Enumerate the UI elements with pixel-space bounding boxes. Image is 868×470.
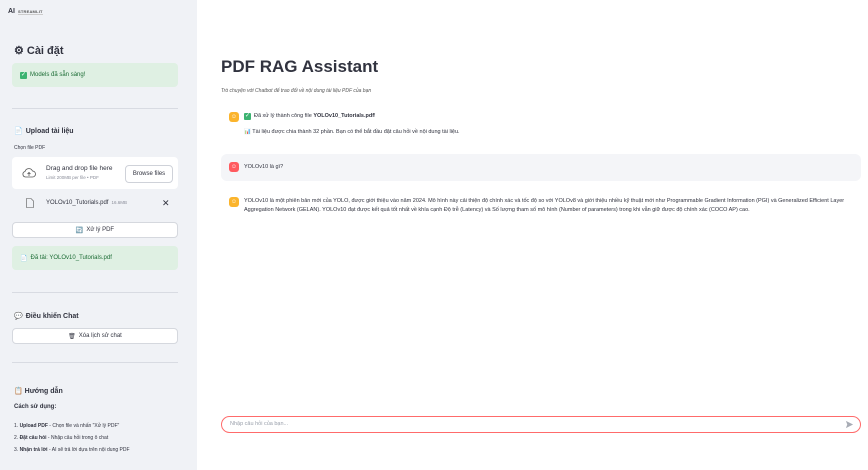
chat-message-user: ☺ YOLOv10 là gì? (221, 154, 861, 181)
guide-step: 3. Nhận trả lời - AI sẽ trả lời dựa trên… (14, 447, 130, 453)
file-name-text: YOLOv10_Tutorials.pdf (46, 200, 109, 206)
sidebar-divider (12, 108, 178, 109)
dropzone-limit-text: Limit 200MB per file • PDF (46, 175, 99, 180)
step-text: - AI sẽ trả lời dựa trên nội dung PDF (47, 447, 130, 453)
message-line: ! (374, 113, 376, 119)
models-ready-text: Models đã sẵn sàng! (30, 72, 86, 78)
message-text: ✓ Đã xử lý thành công file YOLOv10_Tutori… (244, 112, 376, 121)
step-title: Upload PDF (19, 423, 48, 429)
bot-avatar-icon: ☺ (229, 112, 239, 122)
browse-files-button[interactable]: Browse files (125, 165, 173, 183)
file-size: 16.6MB (111, 200, 127, 205)
sidebar: AI STREAMLIT ⚙ Cài đặt ✓ Models đã sẵn s… (0, 0, 197, 470)
guide-header: 📋 Hướng dẫn (14, 387, 63, 395)
step-text: - Nhập câu hỏi trong ô chat (46, 435, 109, 441)
models-ready-alert: ✓ Models đã sẵn sàng! (12, 63, 178, 87)
guide-subtitle: Cách sử dụng: (14, 404, 57, 410)
message-text: YOLOv10 là một phiên bản mới của YOLO, đ… (244, 198, 845, 213)
app-logo: AI STREAMLIT (8, 8, 43, 15)
step-number: 1. (14, 423, 19, 429)
chat-input-placeholder: Nhập câu hỏi của bạn... (230, 421, 289, 427)
process-pdf-button[interactable]: 🔄 Xử lý PDF (12, 222, 178, 238)
message-line: Đã xử lý thành công file (254, 113, 314, 119)
clear-chat-button[interactable]: 🗑 Xóa lịch sử chat (12, 328, 178, 344)
file-dropzone[interactable]: Drag and drop file here Limit 200MB per … (12, 157, 178, 189)
process-icon: 🔄 (75, 227, 84, 234)
user-avatar-icon: ☺ (229, 162, 239, 172)
page-subtitle: Trò chuyện với Chatbot để trao đổi về nộ… (221, 88, 372, 94)
book-icon: 📋 (14, 388, 23, 395)
step-title: Đặt câu hỏi (19, 435, 47, 441)
chat-message-assistant: ☺ YOLOv10 là một phiên bản mới của YOLO,… (221, 191, 861, 231)
chart-icon: 📊 (244, 129, 251, 135)
check-icon: ✓ (20, 71, 27, 79)
step-title: Nhận trả lời (19, 447, 48, 453)
settings-header: ⚙ Cài đặt (14, 44, 64, 58)
logo-text: STREAMLIT (18, 8, 43, 15)
cloud-upload-icon (22, 168, 36, 178)
main-content: PDF RAG Assistant Trò chuyện với Chatbot… (197, 0, 868, 470)
message-bold: YOLOv10_Tutorials.pdf (313, 113, 375, 119)
uploaded-file-row: YOLOv10_Tutorials.pdf 16.6MB ✕ (12, 196, 178, 212)
upload-header: 📄 Upload tài liệu (14, 127, 74, 136)
uploaded-file-name: YOLOv10_Tutorials.pdf 16.6MB (46, 200, 127, 206)
page-title: PDF RAG Assistant (221, 57, 379, 76)
remove-file-icon[interactable]: ✕ (162, 198, 170, 209)
guide-step: 2. Đặt câu hỏi - Nhập câu hỏi trong ô ch… (14, 435, 108, 441)
clear-chat-label: Xóa lịch sử chat (78, 333, 122, 339)
chat-bubble-icon: 💬 (14, 313, 23, 320)
step-text: - Chọn file và nhấn "Xử lý PDF" (47, 423, 120, 429)
check-icon: ✓ (244, 113, 251, 120)
message-text: YOLOv10 là gì? (244, 164, 284, 170)
dropzone-main-text: Drag and drop file here (46, 165, 113, 172)
document-icon: 📄 (14, 128, 23, 135)
choose-file-label: Chọn file PDF (14, 145, 46, 151)
process-pdf-label: Xử lý PDF (86, 227, 115, 233)
chat-controls-title: Điều khiển Chat (25, 312, 79, 320)
bot-avatar-icon: ☺ (229, 197, 239, 207)
step-number: 3. (14, 447, 19, 453)
loaded-file-info: 📄 Đã tải: YOLOv10_Tutorials.pdf (12, 246, 178, 270)
message-text: 📊 Tài liệu được chia thành 32 phần. Bạn … (244, 128, 460, 137)
document-icon: 📄 (20, 255, 28, 262)
guide-title: Hướng dẫn (24, 388, 63, 395)
file-icon (26, 198, 34, 208)
guide-step: 1. Upload PDF - Chọn file và nhấn "Xử lý… (14, 423, 119, 429)
sidebar-divider (12, 292, 178, 293)
chat-controls-header: 💬 Điều khiển Chat (14, 312, 79, 321)
gear-icon: ⚙ (14, 45, 24, 57)
send-icon[interactable] (845, 420, 854, 429)
message-line: Tài liệu được chia thành 32 phần. Bạn có… (252, 129, 460, 135)
sidebar-divider (12, 362, 178, 363)
step-number: 2. (14, 435, 19, 441)
chat-message-assistant: ☺ ✓ Đã xử lý thành công file YOLOv10_Tuto… (221, 106, 861, 144)
logo-mark: AI (8, 8, 15, 15)
upload-title: Upload tài liệu (25, 127, 74, 135)
settings-title: Cài đặt (26, 44, 64, 57)
trash-icon: 🗑 (68, 333, 76, 340)
chat-input[interactable]: Nhập câu hỏi của bạn... (221, 416, 861, 433)
loaded-file-text: Đã tải: YOLOv10_Tutorials.pdf (30, 255, 112, 261)
